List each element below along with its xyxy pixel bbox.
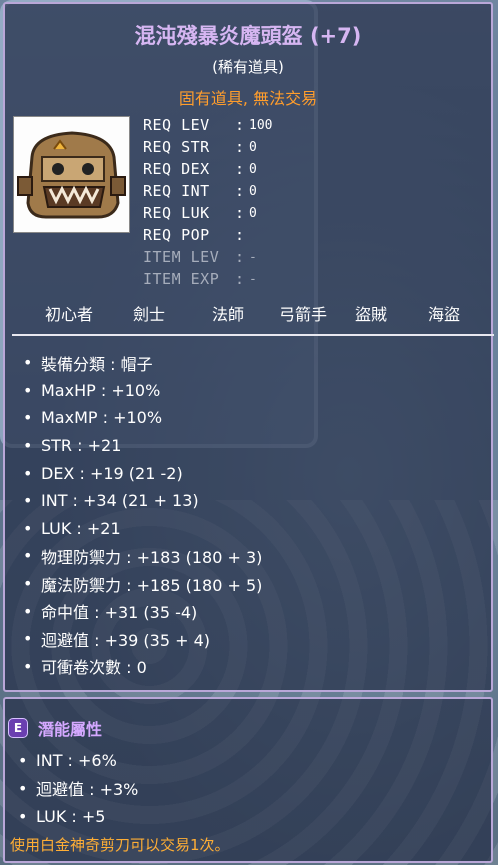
potential-text: INT : +6% <box>36 750 117 770</box>
requirement-label: REQ STR <box>143 138 210 156</box>
requirement-row: REQ DEX:0 <box>143 158 272 180</box>
requirement-label: REQ INT <box>143 182 210 200</box>
requirement-value: 0 <box>249 139 257 155</box>
stat-row: • 物理防禦力 : +183 (180 + 3) <box>23 542 262 570</box>
requirement-row: REQ LEV:100 <box>143 114 272 136</box>
stat-row: • DEX : +19 (21 -2) <box>23 459 262 487</box>
potential-title: 潛能屬性 <box>38 720 103 739</box>
requirement-separator: : <box>235 248 245 266</box>
requirement-separator: : <box>235 160 245 178</box>
requirement-label: REQ LUK <box>143 204 210 222</box>
item-rarity: (稀有道具) <box>212 58 284 76</box>
requirement-row: REQ POP: <box>143 224 272 246</box>
item-tooltip: 混沌殘暴炎魔頭盔 (+7) (稀有道具) 固有道具, 無法交易 REQ LEV:… <box>3 2 494 692</box>
requirement-value: - <box>249 249 257 265</box>
divider <box>12 334 494 336</box>
requirement-separator: : <box>235 204 245 222</box>
stat-text: 魔法防禦力 : +185 (180 + 5) <box>41 575 263 595</box>
requirement-label: ITEM LEV <box>143 248 220 266</box>
job-thief: 盜賊 <box>355 305 388 324</box>
stat-text: 迴避值 : +39 (35 + 4) <box>41 630 211 650</box>
potential-row: • LUK : +5 <box>18 802 138 830</box>
bullet-icon: • <box>18 806 28 826</box>
stat-row: • 命中值 : +31 (35 -4) <box>23 597 262 625</box>
bullet-icon: • <box>23 629 33 649</box>
stat-row: • 可衝卷次數 : 0 <box>23 653 262 681</box>
bullet-icon: • <box>23 491 33 511</box>
requirement-value: 0 <box>249 161 257 177</box>
bullet-icon: • <box>23 353 33 373</box>
stat-row: • STR : +21 <box>23 432 262 460</box>
stat-text: MaxHP : +10% <box>41 380 161 400</box>
bullet-icon: • <box>23 656 33 676</box>
item-name: 混沌殘暴炎魔頭盔 (+7) <box>134 24 362 48</box>
bullet-icon: • <box>23 574 33 594</box>
stat-text: 物理防禦力 : +183 (180 + 3) <box>41 547 263 567</box>
stat-row: • MaxMP : +10% <box>23 404 262 432</box>
stat-row: • INT : +34 (21 + 13) <box>23 487 262 515</box>
requirement-value: 0 <box>249 183 257 199</box>
stat-text: MaxMP : +10% <box>41 408 163 428</box>
requirement-value: - <box>249 271 257 287</box>
stat-row: • LUK : +21 <box>23 515 262 543</box>
requirement-row: ITEM EXP: - <box>143 268 272 290</box>
requirement-value: 100 <box>249 117 273 133</box>
bullet-icon: • <box>23 601 33 621</box>
potential-row: • 迴避值 : +3% <box>18 774 138 802</box>
requirement-label: REQ DEX <box>143 160 210 178</box>
requirement-row: REQ STR:0 <box>143 136 272 158</box>
requirement-separator: : <box>235 138 245 156</box>
scissors-note: 使用白金神奇剪刀可以交易1次。 <box>10 836 230 854</box>
stat-row: • MaxHP : +10% <box>23 377 262 405</box>
potential-row: • INT : +6% <box>18 746 138 774</box>
requirement-separator: : <box>235 182 245 200</box>
trade-restriction: 固有道具, 無法交易 <box>178 89 318 108</box>
helmet-icon <box>13 116 130 233</box>
job-beginner: 初心者 <box>45 305 94 324</box>
requirements-list: REQ LEV:100 REQ STR:0 REQ DEX:0 REQ INT:0 RE… <box>143 114 272 290</box>
job-warrior: 劍士 <box>133 305 166 324</box>
potential-grade-badge: E <box>8 718 28 738</box>
requirement-separator: : <box>235 226 245 244</box>
bullet-icon: • <box>18 778 28 798</box>
potential-text: 迴避值 : +3% <box>36 780 139 799</box>
bullet-icon: • <box>23 408 33 428</box>
requirement-row: REQ INT:0 <box>143 180 272 202</box>
stat-row: • 魔法防禦力 : +185 (180 + 5) <box>23 570 262 598</box>
bullet-icon: • <box>23 546 33 566</box>
stat-text: DEX : +19 (21 -2) <box>41 463 183 483</box>
requirement-separator: : <box>235 116 245 134</box>
stat-text: STR : +21 <box>41 436 122 456</box>
stat-row: • 裝備分類 : 帽子 <box>23 349 262 377</box>
potential-text: LUK : +5 <box>36 806 106 826</box>
potential-header: E 潛能屬性 <box>8 716 102 740</box>
bullet-icon: • <box>23 518 33 538</box>
stat-text: 命中值 : +31 (35 -4) <box>41 603 198 623</box>
stat-text: 裝備分類 : 帽子 <box>41 354 153 374</box>
stat-list: • 裝備分類 : 帽子 • MaxHP : +10% • MaxMP : +10% • STR… <box>23 349 262 680</box>
stat-text: LUK : +21 <box>41 518 121 538</box>
requirement-label: REQ LEV <box>143 116 210 134</box>
requirement-separator: : <box>235 270 245 288</box>
job-bowman: 弓箭手 <box>279 305 328 324</box>
stat-row: • 迴避值 : +39 (35 + 4) <box>23 625 262 653</box>
requirement-label: ITEM EXP <box>143 270 220 288</box>
requirement-value: 0 <box>249 205 257 221</box>
bullet-icon: • <box>23 463 33 483</box>
job-magician: 法師 <box>212 305 245 324</box>
stat-text: INT : +34 (21 + 13) <box>41 491 199 511</box>
stat-text: 可衝卷次數 : 0 <box>41 658 147 678</box>
bullet-icon: • <box>23 380 33 400</box>
bullet-icon: • <box>23 436 33 456</box>
job-pirate: 海盜 <box>428 305 461 324</box>
potential-list: • INT : +6% • 迴避值 : +3% • LUK : +5 <box>18 746 138 830</box>
requirement-label: REQ POP <box>143 226 210 244</box>
requirement-row: ITEM LEV: - <box>143 246 272 268</box>
requirement-row: REQ LUK:0 <box>143 202 272 224</box>
bullet-icon: • <box>18 750 28 770</box>
